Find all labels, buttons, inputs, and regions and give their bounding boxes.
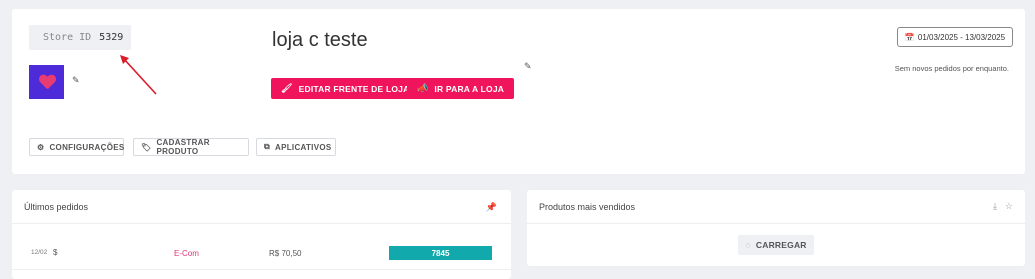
order-amount: R$ 70,50 <box>269 249 302 258</box>
add-product-button[interactable]: 🏷 CADASTRAR PRODUTO <box>133 138 249 156</box>
load-label: CARREGAR <box>755 240 807 250</box>
store-id-label: Store ID <box>43 32 92 43</box>
store-card: Store ID 5329 ✎ loja c teste 🖌 EDITAR FR… <box>12 9 1025 174</box>
edit-storefront-label: EDITAR FRENTE DE LOJA <box>298 83 410 94</box>
add-product-label: CADASTRAR PRODUTO <box>156 138 210 156</box>
edit-name-icon[interactable]: ✎ <box>524 61 532 72</box>
store-logo <box>29 65 64 99</box>
order-number-badge[interactable]: 7845 <box>389 246 492 260</box>
cubes-icon: ⧉ <box>264 142 271 151</box>
go-to-store-button[interactable]: 📣 IR PARA A LOJA <box>407 78 515 99</box>
megaphone-icon: 📣 <box>417 83 429 93</box>
calendar-icon: 📅 <box>904 32 915 42</box>
date-range-label: 01/03/2025 - 13/03/2025 <box>917 32 1006 42</box>
no-orders-message: Sem novos pedidos por enquanto. <box>894 64 1009 73</box>
load-button[interactable]: ◌ CARREGAR <box>738 235 814 255</box>
go-to-store-label: IR PARA A LOJA <box>434 83 505 94</box>
gears-icon: ⚙ <box>37 142 45 152</box>
order-number: 7845 <box>431 248 450 258</box>
order-channel: E-Com <box>174 249 199 258</box>
download-icon[interactable]: ⤓ <box>993 201 997 212</box>
spinner-icon: ◌ <box>745 240 751 250</box>
currency-icon: $ <box>53 248 58 257</box>
best-sellers-header: Produtos mais vendidos ⤓ ☆ <box>527 190 1025 224</box>
recent-orders-header: Últimos pedidos 📌 <box>12 190 511 224</box>
recent-orders-panel: Últimos pedidos 📌 12/02 $ E-Com R$ 70,50… <box>12 190 511 279</box>
best-sellers-panel: Produtos mais vendidos ⤓ ☆ ◌ CARREGAR <box>527 190 1025 266</box>
edit-logo-icon[interactable]: ✎ <box>72 75 80 86</box>
store-id: Store ID 5329 <box>29 25 131 50</box>
settings-label: CONFIGURAÇÕES <box>49 142 125 152</box>
pin-icon[interactable]: 📌 <box>486 202 497 213</box>
settings-button[interactable]: ⚙ CONFIGURAÇÕES <box>29 138 124 156</box>
apps-button[interactable]: ⧉ APLICATIVOS <box>256 138 336 156</box>
date-range-button[interactable]: 📅 01/03/2025 - 13/03/2025 <box>897 27 1013 47</box>
paint-roller-icon: 🖌 <box>281 83 293 93</box>
store-id-value: 5329 <box>99 32 124 43</box>
heart-icon <box>39 75 55 89</box>
annotation-arrow <box>120 55 157 95</box>
order-date: 12/02 <box>31 249 48 256</box>
edit-storefront-button[interactable]: 🖌 EDITAR FRENTE DE LOJA <box>271 78 420 99</box>
table-row[interactable]: 12/02 $ E-Com R$ 70,50 7845 <box>12 240 511 270</box>
star-icon[interactable]: ☆ <box>1005 201 1013 212</box>
apps-label: APLICATIVOS <box>275 142 332 152</box>
tag-icon: 🏷 <box>141 142 152 152</box>
best-sellers-title: Produtos mais vendidos <box>539 202 636 212</box>
store-name: loja c teste <box>272 29 368 51</box>
recent-orders-title: Últimos pedidos <box>24 202 89 212</box>
